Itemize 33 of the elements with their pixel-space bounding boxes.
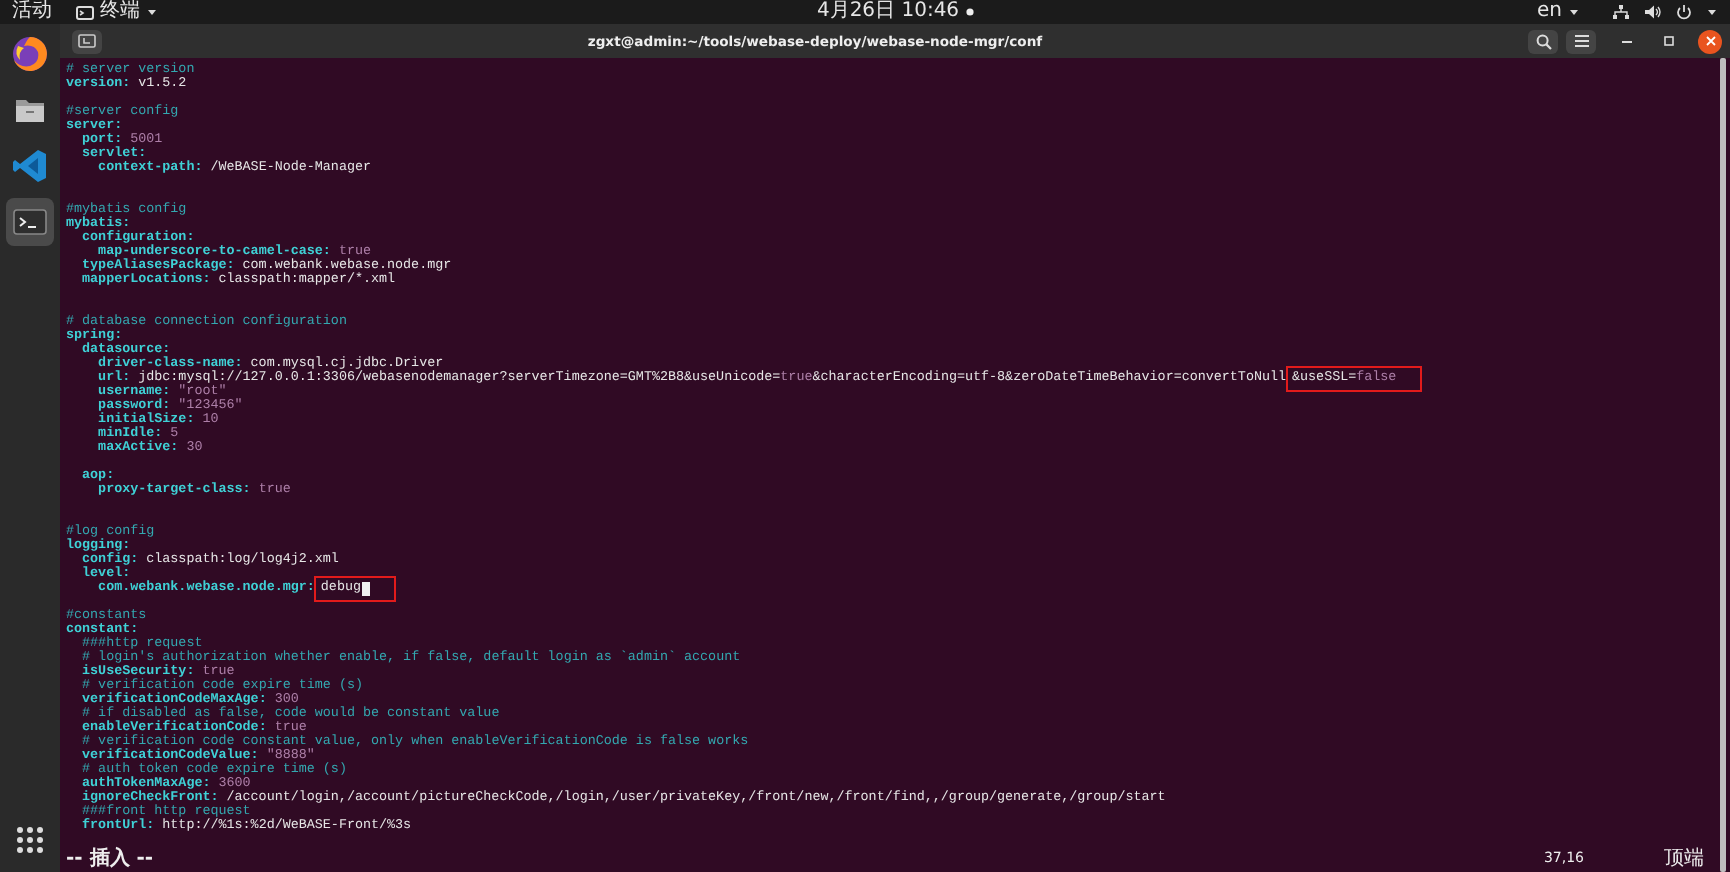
menu-icon bbox=[1573, 34, 1589, 48]
dock-app[interactable] bbox=[6, 198, 54, 246]
scroll-position: 顶端 bbox=[1664, 852, 1704, 866]
app-grid-icon bbox=[16, 826, 44, 854]
maximize-icon bbox=[1661, 34, 1675, 48]
notification-dot-icon bbox=[965, 8, 974, 16]
app-menu[interactable]: 终端 bbox=[76, 0, 158, 24]
caret-icon bbox=[146, 6, 158, 18]
language-menu[interactable]: en bbox=[1537, 0, 1580, 24]
editor-mode: -- 插入 -- bbox=[66, 852, 154, 866]
new-tab-icon bbox=[78, 34, 96, 48]
scrollbar[interactable] bbox=[1720, 58, 1726, 872]
menu-button[interactable] bbox=[1566, 29, 1596, 53]
close-button[interactable] bbox=[1698, 29, 1722, 53]
caret-icon bbox=[1568, 6, 1580, 18]
text-cursor bbox=[361, 582, 369, 596]
app-menu-label: 终端 bbox=[100, 0, 140, 24]
browser-icon bbox=[10, 34, 50, 74]
search-button[interactable] bbox=[1528, 29, 1558, 53]
system-menu[interactable] bbox=[1612, 4, 1718, 20]
clock-text: 4月26日 10:46 bbox=[816, 0, 960, 24]
terminal-icon bbox=[76, 5, 94, 19]
network-icon bbox=[1612, 4, 1630, 20]
search-icon bbox=[1535, 33, 1551, 49]
close-icon bbox=[1703, 34, 1717, 48]
new-tab-button[interactable] bbox=[72, 29, 102, 53]
power-icon bbox=[1676, 4, 1692, 20]
language-label: en bbox=[1537, 0, 1562, 24]
clock-button[interactable]: 4月26日 10:46 bbox=[756, 0, 974, 24]
activities-button[interactable]: 活动 bbox=[12, 0, 52, 24]
volume-icon bbox=[1644, 4, 1662, 20]
code-editor-icon bbox=[10, 146, 50, 186]
caret-icon bbox=[1706, 6, 1718, 18]
